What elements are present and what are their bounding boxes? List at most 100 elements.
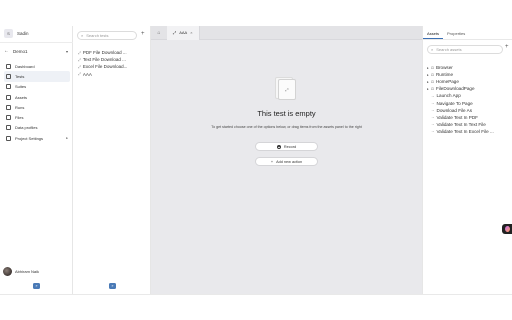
sidebar-item-project-settings[interactable]: Project Settings ▸ xyxy=(4,133,70,143)
list-item[interactable]: ⤢ AAA xyxy=(78,71,148,78)
action-icon: → xyxy=(431,122,435,127)
divider xyxy=(0,42,73,43)
asset-label: Validate Text In PDF xyxy=(436,114,478,120)
sidebar-item-label: Files xyxy=(15,115,24,121)
assets-icon xyxy=(6,94,11,100)
sidebar-item-label: Tests xyxy=(15,73,25,79)
sidebar-item-label: Runs xyxy=(15,104,25,110)
page-front: ⤢ xyxy=(278,79,296,100)
sidebar-item-files[interactable]: Files xyxy=(4,112,70,122)
test-icon: ⤢ xyxy=(78,64,81,69)
runs-icon xyxy=(6,104,11,110)
left-nav: S Sadin ← Demo1 ▾ Dashboard Tests Suites… xyxy=(0,26,73,294)
test-name: Excel File Download... xyxy=(82,64,128,70)
workspace-switcher[interactable]: S Sadin xyxy=(4,29,29,38)
asset-label: FileDownloadPage xyxy=(435,86,475,92)
asset-label: Download File As xyxy=(436,107,473,113)
test-name: Text File Download ... xyxy=(82,57,126,63)
tab-assets[interactable]: Assets xyxy=(423,30,444,39)
asset-label: Runtime xyxy=(435,72,454,78)
asset-label: Validate Text In Excel File ... xyxy=(436,128,494,134)
search-tests-input[interactable]: ⌕ Search tests xyxy=(77,31,137,40)
add-asset-button[interactable]: + xyxy=(505,44,509,50)
test-icon: ⤢ xyxy=(78,57,81,62)
sidebar-item-label: Suites xyxy=(15,84,27,90)
tests-icon xyxy=(6,73,11,79)
assets-panel: Assets Properties ⌕ Search assets + ▸ ⊡ Br… xyxy=(422,26,512,294)
chevron-right-icon: ▸ xyxy=(66,136,68,141)
test-editor: ⌂ ⤢ AAA × ⤢ This test is empty To get st… xyxy=(151,25,422,294)
empty-test-illustration: ⤢ xyxy=(275,77,297,100)
asset-icon: ⊡ xyxy=(431,79,434,84)
action-icon: → xyxy=(431,108,435,113)
settings-icon xyxy=(6,135,11,141)
record-button[interactable]: Record xyxy=(255,142,318,151)
test-name: AAA xyxy=(82,71,92,77)
action-icon: → xyxy=(431,93,435,98)
action-icon: → xyxy=(431,115,435,120)
sidebar-item-runs[interactable]: Runs xyxy=(4,102,70,112)
chevron-down-icon: ▾ xyxy=(65,48,68,54)
bottom-area xyxy=(0,294,512,320)
asset-item[interactable]: → Validate Text In PDF xyxy=(427,114,511,121)
project-selector[interactable]: ← Demo1 ▾ xyxy=(4,48,68,54)
add-action-label: Add new action xyxy=(276,159,303,164)
search-icon: ⌕ xyxy=(431,47,434,52)
sidebar-item-dashboard[interactable]: Dashboard xyxy=(4,61,70,71)
chat-icon[interactable]: » xyxy=(109,283,116,289)
chat-icon[interactable]: » xyxy=(33,283,40,289)
asset-label: Navigate To Page xyxy=(436,100,473,106)
assets-tabs: Assets Properties xyxy=(423,30,512,40)
asset-icon: ⊡ xyxy=(431,72,434,77)
tab-aaa[interactable]: ⤢ AAA × xyxy=(167,25,200,40)
asset-item[interactable]: → Navigate To Page xyxy=(427,99,511,106)
sidebar-item-label: Assets xyxy=(15,94,28,100)
action-icon: → xyxy=(431,101,435,106)
home-icon[interactable]: ⌂ xyxy=(151,30,167,36)
assets-list: ▸ ⊡ Browser ▸ ⊡ Runtime ▸ ⊡ HomePage ▸ ⊡ FileDow… xyxy=(427,64,511,135)
sidebar-item-assets[interactable]: Assets xyxy=(4,92,70,102)
empty-title: This test is empty xyxy=(257,109,316,118)
empty-hint: To get started choose one of the options… xyxy=(211,125,362,129)
sidebar-item-suites[interactable]: Suites xyxy=(4,82,70,92)
record-icon xyxy=(276,144,281,149)
add-test-button[interactable]: + xyxy=(141,31,145,37)
action-icon: → xyxy=(431,129,435,134)
record-label: Record xyxy=(283,144,297,149)
asset-item[interactable]: ▸ ⊡ FileDownloadPage xyxy=(427,85,511,92)
sidebar-item-label: Project Settings xyxy=(15,135,44,141)
asset-item[interactable]: ▸ ⊡ HomePage xyxy=(427,78,511,85)
tests-panel: ⌕ Search tests + ⤢ PDF File Download ... … xyxy=(73,26,151,294)
asset-item[interactable]: → Validate Text In Text File xyxy=(427,121,511,128)
asset-item[interactable]: ▸ ⊡ Runtime xyxy=(427,71,511,78)
sidebar-item-tests[interactable]: Tests xyxy=(4,71,70,82)
asset-label: Browser xyxy=(435,65,453,71)
search-placeholder: Search tests xyxy=(86,33,109,38)
asset-icon: ⊡ xyxy=(431,86,434,91)
asset-item[interactable]: → Launch App xyxy=(427,92,511,99)
list-item[interactable]: ⤢ Excel File Download... xyxy=(78,63,148,70)
browser-extension-icon[interactable] xyxy=(502,224,512,234)
project-name: Demo1 xyxy=(13,48,28,54)
user-profile[interactable]: Abhiram Naik xyxy=(3,267,39,276)
list-item[interactable]: ⤢ Text File Download ... xyxy=(78,56,148,63)
search-placeholder: Search assets xyxy=(436,47,462,52)
data-profiles-icon xyxy=(6,125,11,131)
search-icon: ⌕ xyxy=(81,33,84,38)
asset-item[interactable]: ▸ ⊡ Browser xyxy=(427,64,511,71)
back-arrow-icon[interactable]: ← xyxy=(4,48,9,54)
add-new-action-button[interactable]: + Add new action xyxy=(255,157,318,166)
app-window: S Sadin ← Demo1 ▾ Dashboard Tests Suites… xyxy=(0,0,512,294)
test-icon: ⤢ xyxy=(78,72,81,77)
list-item[interactable]: ⤢ PDF File Download ... xyxy=(78,49,148,56)
sidebar-item-data-profiles[interactable]: Data profiles xyxy=(4,123,70,133)
asset-item[interactable]: → Download File As xyxy=(427,107,511,114)
tests-list: ⤢ PDF File Download ... ⤢ Text File Downlo… xyxy=(78,49,148,78)
asset-label: Validate Text In Text File xyxy=(436,121,486,127)
test-icon: ⤢ xyxy=(78,50,81,55)
search-assets-input[interactable]: ⌕ Search assets xyxy=(427,45,503,54)
tab-properties[interactable]: Properties xyxy=(443,30,469,39)
tab-label: AAA xyxy=(179,30,188,35)
asset-item[interactable]: → Validate Text In Excel File ... xyxy=(427,128,511,135)
close-icon[interactable]: × xyxy=(190,30,192,35)
